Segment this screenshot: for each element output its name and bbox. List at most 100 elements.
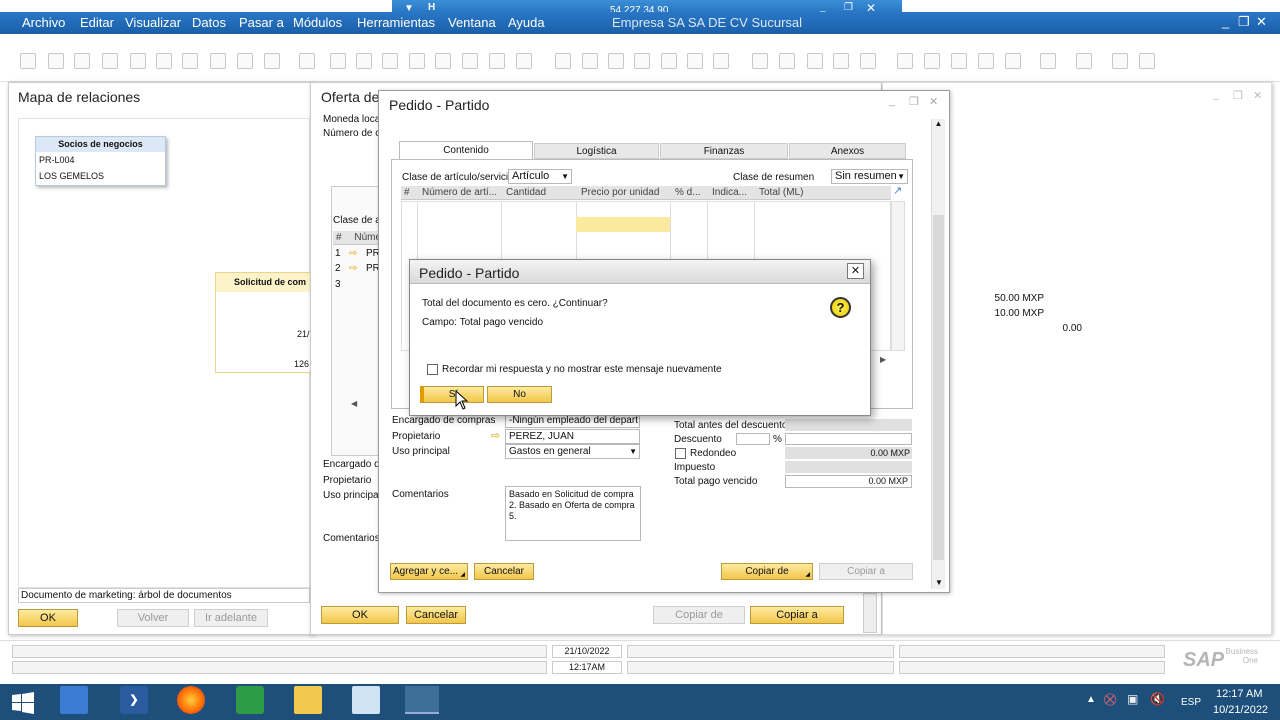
grid-vscroll[interactable] — [891, 201, 905, 351]
bg-close-icon[interactable]: ✕ — [1253, 89, 1262, 102]
start-button-icon[interactable] — [12, 692, 34, 714]
grid-scroll-right-icon[interactable]: ▶ — [880, 355, 886, 364]
order-row-3-discount[interactable]: 0.00 — [1049, 322, 1082, 336]
toolbar-icon-8[interactable] — [210, 53, 226, 69]
owner-field[interactable]: PEREZ, JUAN — [505, 429, 640, 444]
tab-anexos[interactable]: Anexos — [789, 143, 906, 159]
toolbar-icon-28[interactable] — [779, 53, 795, 69]
menu-visualizar[interactable]: Visualizar — [125, 15, 181, 30]
discount-amount-field[interactable] — [785, 433, 912, 445]
order-restore-icon[interactable]: ❐ — [909, 95, 919, 108]
excel-tools-icon[interactable] — [236, 686, 264, 714]
toolbar-icon-13[interactable] — [356, 53, 372, 69]
tray-clock-time[interactable]: 12:17 AM — [1216, 688, 1262, 700]
app-minimize-icon[interactable]: _ — [1222, 14, 1229, 29]
dialog-no-button[interactable]: No — [487, 386, 552, 403]
toolbar-icon-14[interactable] — [382, 53, 398, 69]
menu-pasar-a[interactable]: Pasar a — [239, 15, 284, 30]
menu-modulos[interactable]: Módulos — [293, 15, 342, 30]
toolbar-icon-37[interactable] — [1040, 53, 1056, 69]
toolbar-icon-26[interactable] — [713, 53, 729, 69]
toolbar-icon-38[interactable] — [1076, 53, 1092, 69]
menu-ayuda[interactable]: Ayuda — [508, 15, 545, 30]
toolbar-icon-23[interactable] — [634, 53, 650, 69]
toolbar-icon-15[interactable] — [409, 53, 425, 69]
quotation-cancel-button[interactable]: Cancelar — [406, 606, 466, 624]
toolbar-icon-1[interactable] — [20, 53, 36, 69]
bg-restore-icon[interactable]: ❐ — [1233, 89, 1243, 102]
quotation-copy-to-button[interactable]: Copiar a — [750, 606, 844, 624]
toolbar-icon-27[interactable] — [752, 53, 768, 69]
bg-minimize-icon[interactable]: _ — [1213, 89, 1219, 101]
grid-expand-icon[interactable]: ↗ — [893, 184, 902, 197]
tab-logistica[interactable]: Logística — [534, 143, 659, 159]
item-class-select[interactable]: Artículo ▼ — [508, 169, 572, 184]
tray-network-icon[interactable]: ⛒ — [1104, 692, 1116, 707]
toolbar-icon-29[interactable] — [807, 53, 823, 69]
add-and-close-button[interactable]: Agregar y ce... ◢ — [390, 563, 468, 580]
order-copy-from-button[interactable]: Copiar de ◢ — [721, 563, 813, 580]
toolbar-icon-19[interactable] — [516, 53, 532, 69]
toolbar-icon-32[interactable] — [897, 53, 913, 69]
summary-class-select[interactable]: Sin resumen ▼ — [831, 169, 908, 184]
toolbar-icon-16[interactable] — [435, 53, 451, 69]
order-cancel-button[interactable]: Cancelar — [474, 563, 534, 580]
sap-taskbar-icon[interactable] — [405, 686, 439, 714]
app-restore-icon[interactable]: ❐ — [1238, 14, 1250, 30]
menu-archivo[interactable]: Archivo — [22, 15, 65, 30]
order-vscroll[interactable]: ▲ ▼ — [931, 119, 945, 589]
toolbar-icon-30[interactable] — [833, 53, 849, 69]
toolbar-icon-3[interactable] — [74, 53, 90, 69]
menu-herramientas[interactable]: Herramientas — [357, 15, 435, 30]
dialog-close-icon[interactable]: ✕ — [847, 263, 864, 279]
file-explorer-icon[interactable] — [294, 686, 322, 714]
tray-up-arrow-icon[interactable]: ▲ — [1086, 694, 1096, 705]
tray-language[interactable]: ESP — [1181, 697, 1201, 708]
toolbar-icon-24[interactable] — [661, 53, 677, 69]
tab-finanzas[interactable]: Finanzas — [660, 143, 788, 159]
notepad-icon[interactable] — [352, 686, 380, 714]
usage-select[interactable]: Gastos en general ▼ — [505, 444, 640, 459]
tray-security-icon[interactable]: ▣ — [1127, 692, 1138, 706]
menu-editar[interactable]: Editar — [80, 15, 114, 30]
toolbar-icon-9[interactable] — [237, 53, 253, 69]
tab-contenido[interactable]: Contenido — [399, 141, 533, 159]
dialog-yes-button[interactable]: Sí — [420, 386, 484, 403]
toolbar-icon-10[interactable] — [264, 53, 280, 69]
scroll-down-icon[interactable]: ▼ — [932, 578, 946, 587]
order-close-icon[interactable]: ✕ — [929, 95, 938, 108]
toolbar-icon-36[interactable] — [1005, 53, 1021, 69]
order-row-2-price[interactable]: 10.00 MXP — [956, 307, 1044, 321]
powershell-icon[interactable]: ❯ — [120, 686, 148, 714]
firefox-icon[interactable] — [177, 686, 205, 714]
quotation-hscroll-left-icon[interactable]: ◀ — [351, 399, 357, 408]
purchase-request-card[interactable]: Solicitud de com 21/ 126 — [215, 272, 315, 373]
tray-volume-icon[interactable]: 🔇 — [1150, 692, 1165, 706]
toolbar-icon-7[interactable] — [182, 53, 198, 69]
comments-textarea[interactable]: Basado en Solicitud de compra 2. Basado … — [505, 486, 641, 541]
remember-checkbox[interactable] — [427, 364, 438, 375]
app-close-icon[interactable]: ✕ — [1256, 14, 1267, 30]
quotation-vscroll[interactable] — [863, 593, 877, 633]
order-minimize-icon[interactable]: _ — [889, 95, 895, 107]
discount-percent-field[interactable] — [736, 433, 770, 445]
map-ok-button[interactable]: OK — [18, 609, 78, 627]
toolbar-icon-2[interactable] — [48, 53, 64, 69]
rounding-checkbox[interactable] — [675, 448, 686, 459]
toolbar-icon-33[interactable] — [924, 53, 940, 69]
toolbar-icon-18[interactable] — [489, 53, 505, 69]
toolbar-icon-11[interactable] — [299, 53, 315, 69]
toolbar-icon-39[interactable] — [1112, 53, 1128, 69]
toolbar-icon-25[interactable] — [687, 53, 703, 69]
toolbar-icon-21[interactable] — [582, 53, 598, 69]
toolbar-icon-5[interactable] — [130, 53, 146, 69]
toolbar-icon-12[interactable] — [330, 53, 346, 69]
order-row-1-price[interactable]: 50.00 MXP — [956, 292, 1044, 306]
scroll-thumb[interactable] — [933, 215, 944, 560]
toolbar-icon-6[interactable] — [156, 53, 172, 69]
server-manager-icon[interactable] — [60, 686, 88, 714]
tray-clock-date[interactable]: 10/21/2022 — [1213, 704, 1268, 716]
toolbar-icon-17[interactable] — [462, 53, 478, 69]
toolbar-icon-31[interactable] — [860, 53, 876, 69]
menu-ventana[interactable]: Ventana — [448, 15, 496, 30]
